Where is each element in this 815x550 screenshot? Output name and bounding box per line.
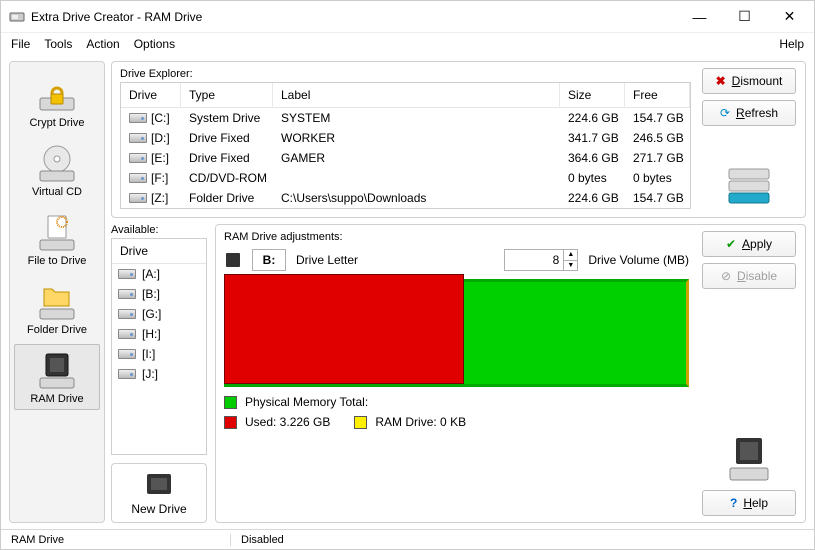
folder-drive-icon [33,282,81,322]
sidebar-item-folder-drive[interactable]: Folder Drive [14,275,100,341]
drive-volume-label: Drive Volume (MB) [588,253,689,267]
list-item[interactable]: [A:] [112,264,206,284]
drive-letter-label: Drive Letter [296,253,358,267]
menu-tools[interactable]: Tools [44,37,72,51]
ram-drive-large-icon [724,434,774,484]
drive-volume-input[interactable]: 8 [504,249,564,271]
drive-letter-box[interactable]: B: [252,249,286,271]
status-left: RAM Drive [1,534,231,546]
drive-icon [118,269,136,279]
col-free[interactable]: Free [625,83,690,107]
memory-graph [224,279,689,387]
sidebar-item-crypt-drive[interactable]: Crypt Drive [14,68,100,134]
status-right: Disabled [231,534,294,546]
ram-small-icon [224,251,242,269]
list-item[interactable]: [G:] [112,304,206,324]
help-button[interactable]: ?Help [702,490,796,516]
window-title: Extra Drive Creator - RAM Drive [31,10,677,24]
menu-bar: File Tools Action Options Help [1,33,814,55]
sidebar-item-ram-drive[interactable]: RAM Drive [14,344,100,410]
x-icon: ✖ [716,74,726,88]
minimize-button[interactable]: — [677,2,722,32]
ram-chip-icon [142,470,176,498]
menu-help[interactable]: Help [779,37,804,51]
close-button[interactable]: ✕ [767,2,812,32]
drive-icon [129,173,147,183]
drive-explorer-panel: Drive Explorer: Drive Type Label Size Fr… [111,61,806,218]
question-icon: ? [730,496,737,510]
col-type[interactable]: Type [181,83,273,107]
maximize-button[interactable]: ☐ [722,2,767,32]
table-row[interactable]: [D:]Drive FixedWORKER341.7 GB246.5 GB [121,128,690,148]
refresh-icon: ⟳ [720,106,730,120]
available-drive-list[interactable]: Drive [A:][B:][G:][H:][I:][J:] [111,238,207,455]
available-label: Available: [111,224,207,236]
drive-icon [118,289,136,299]
refresh-button[interactable]: ⟳Refresh [702,100,796,126]
drive-icon [129,133,147,143]
drive-icon [118,369,136,379]
menu-options[interactable]: Options [134,37,175,51]
title-bar: Extra Drive Creator - RAM Drive — ☐ ✕ [1,1,814,33]
check-icon: ✔ [726,237,736,251]
memory-used-bar [224,274,464,384]
status-bar: RAM Drive Disabled [1,529,814,549]
app-icon [9,9,25,25]
drive-icon [129,113,147,123]
drive-table[interactable]: Drive Type Label Size Free [C:]System Dr… [120,82,691,209]
sidebar: Crypt Drive Virtual CD File to Drive Fol… [9,61,105,523]
apply-button[interactable]: ✔Apply [702,231,796,257]
ram-drive-icon [33,351,81,391]
drive-icon [129,193,147,203]
drives-stack-icon [724,165,774,209]
list-item[interactable]: [B:] [112,284,206,304]
drive-explorer-label: Drive Explorer: [120,68,691,80]
spinner-up-icon[interactable]: ▲ [564,250,577,261]
spinner-down-icon[interactable]: ▼ [564,261,577,271]
disable-button[interactable]: ⊘Disable [702,263,796,289]
ram-adjustments-panel: RAM Drive adjustments: B: Drive Letter 8… [215,224,806,523]
menu-file[interactable]: File [11,37,30,51]
sidebar-item-virtual-cd[interactable]: Virtual CD [14,137,100,203]
table-row[interactable]: [C:]System DriveSYSTEM224.6 GB154.7 GB [121,108,690,128]
list-item[interactable]: [I:] [112,344,206,364]
new-drive-button[interactable]: New Drive [111,463,207,523]
table-row[interactable]: [E:]Drive FixedGAMER364.6 GB271.7 GB [121,148,690,168]
list-item[interactable]: [J:] [112,364,206,384]
col-drive[interactable]: Drive [121,83,181,107]
legend-total-icon [224,396,237,409]
prohibit-icon: ⊘ [721,269,731,283]
col-size[interactable]: Size [560,83,625,107]
col-label[interactable]: Label [273,83,560,107]
legend-ramdrive-label: RAM Drive: 0 KB [375,415,466,429]
sidebar-item-file-to-drive[interactable]: File to Drive [14,206,100,272]
legend-used-label: Used: 3.226 GB [245,415,330,429]
table-row[interactable]: [F:]CD/DVD-ROM0 bytes0 bytes [121,168,690,188]
volume-spinner[interactable]: ▲▼ [564,249,578,271]
cd-drive-icon [33,144,81,184]
drive-icon [118,329,136,339]
file-drive-icon [33,213,81,253]
lock-drive-icon [33,75,81,115]
drive-icon [129,153,147,163]
drive-icon [118,349,136,359]
list-item[interactable]: [H:] [112,324,206,344]
legend-ramdrive-icon [354,416,367,429]
legend-total-label: Physical Memory Total: [245,395,368,409]
menu-action[interactable]: Action [86,37,119,51]
table-row[interactable]: [Z:]Folder DriveC:\Users\suppo\Downloads… [121,188,690,208]
legend-used-icon [224,416,237,429]
dismount-button[interactable]: ✖Dismount [702,68,796,94]
drive-icon [118,309,136,319]
